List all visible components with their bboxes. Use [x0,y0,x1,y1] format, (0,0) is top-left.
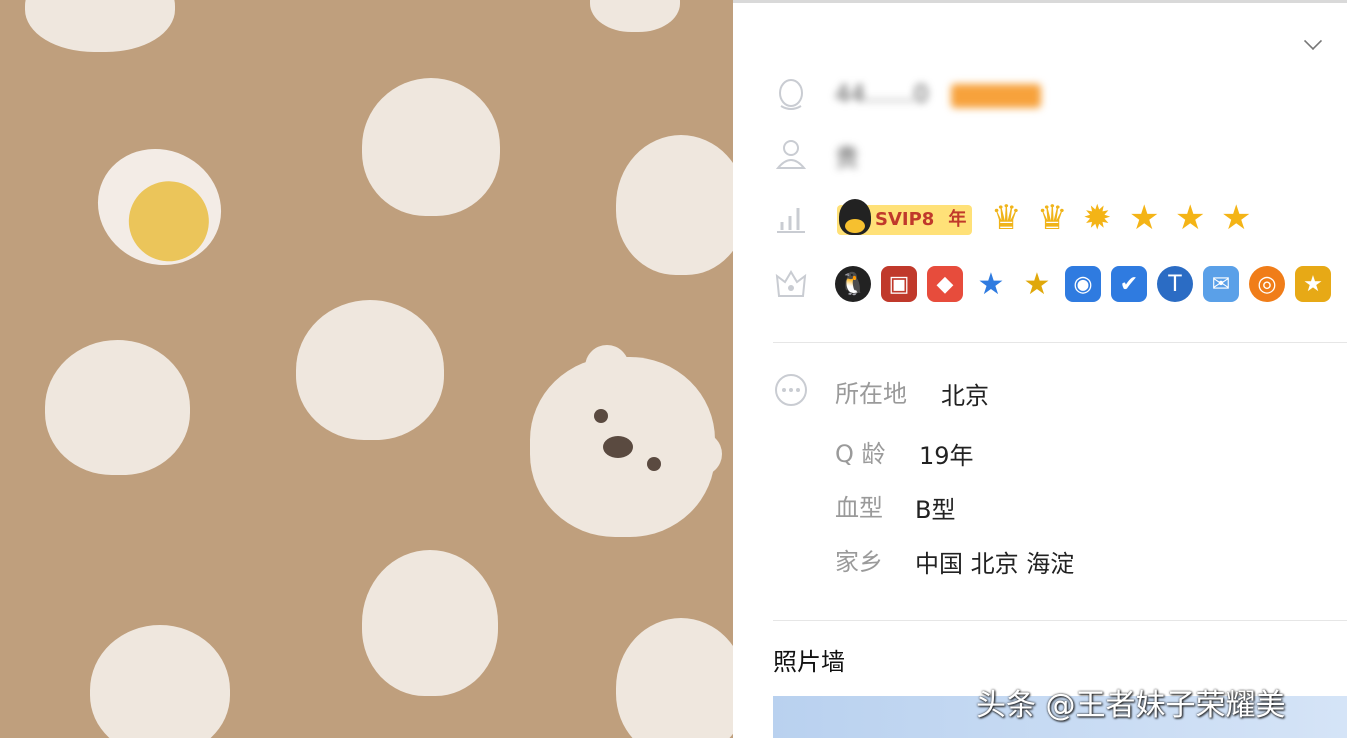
star-gold-icon[interactable]: ★ [1019,266,1055,302]
bun-decoration [616,135,733,275]
photo-wall-title[interactable]: 照片墙 [773,642,845,677]
more-info-icon[interactable] [773,372,809,408]
bun-decoration [590,0,680,32]
profile-background-image [0,0,733,738]
qage-label: Q 龄 [835,440,886,468]
section-divider [773,342,1347,343]
qq-vip-icon[interactable]: 🐧 [835,266,871,302]
section-divider [773,620,1347,621]
panel-top-border [733,0,1347,3]
service-icons-row: 🐧 ▣ ◆ ★ ★ ◉ ✔ T ✉ ◎ ★ [835,266,1331,302]
bear-decoration [530,345,722,537]
bun-decoration [362,550,498,696]
shield-icon[interactable]: ✔ [1111,266,1147,302]
chevron-down-icon[interactable] [1303,31,1323,51]
diamond-icon[interactable]: ◆ [927,266,963,302]
game-icon[interactable]: ▣ [881,266,917,302]
user-icon [775,140,807,169]
watermark-text: 头条 @王者妹子荣耀美 [976,688,1286,723]
crown-icon[interactable]: ♛ [1037,198,1067,238]
bun-decoration [616,618,733,738]
bear-ear [678,432,722,476]
qq-penguin-icon [839,199,871,235]
sun-icon[interactable]: ✹ [1083,198,1112,238]
bear-nose [603,436,633,458]
hometown-value: 中国 北京 海淀 [915,550,1075,578]
bun-decoration [25,0,175,52]
bear-eye [647,457,661,471]
star-icon[interactable]: ★ [1129,198,1159,238]
hometown-label: 家乡 [835,548,883,576]
svip-level-text: SVIP8 [875,209,935,230]
level-chart-icon [777,208,805,233]
bun-decoration [90,625,230,738]
location-value: 北京 [941,382,989,410]
egg-yolk [115,168,222,275]
star-icon[interactable]: ★ [1175,198,1205,238]
bun-decoration [362,78,500,216]
bun-decoration [45,340,190,475]
svip-year-text: 年 [948,209,967,230]
crown-icon[interactable]: ♛ [991,198,1021,238]
music-icon[interactable]: ◎ [1249,266,1285,302]
blood-type-label: 血型 [835,494,883,522]
account-badge [951,84,1041,108]
blood-type-value: B型 [915,496,956,524]
svip-badge[interactable]: SVIP8 年 [837,199,973,235]
star-icon[interactable]: ★ [1221,198,1251,238]
star-blue-icon[interactable]: ★ [973,266,1009,302]
bear-eye [594,409,608,423]
bun-decoration [296,300,444,440]
medal-icon[interactable]: ★ [1295,266,1331,302]
egg-decoration [78,128,241,286]
nickname: 贵 [835,144,859,172]
location-label: 所在地 [835,380,907,408]
security-icon[interactable]: T [1157,266,1193,302]
account-number: 44……0 [835,80,929,108]
qage-value: 19年 [919,442,974,470]
qq-penguin-icon [779,79,803,110]
bear-ear [585,345,629,389]
mail-icon[interactable]: ✉ [1203,266,1239,302]
crown-outline-icon [775,270,807,297]
camera-icon[interactable]: ◉ [1065,266,1101,302]
profile-panel: 44……0 贵 SVIP8 年 ♛ ♛ ✹ ★ ★ ★ 🐧 ▣ ◆ ★ ★ ◉ ✔… [733,0,1347,738]
